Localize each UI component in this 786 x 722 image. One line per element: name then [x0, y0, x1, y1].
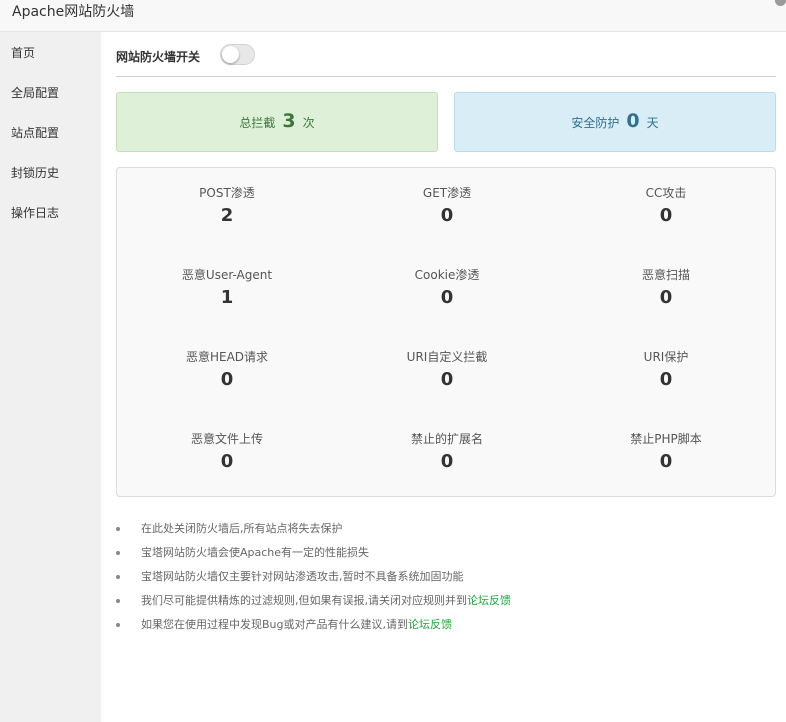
bullet-icon — [116, 527, 120, 531]
stat-label: 恶意文件上传 — [190, 432, 263, 446]
stat-value: 0 — [659, 369, 673, 390]
safe-protect-value: 0 — [626, 110, 640, 132]
toggle-knob — [222, 46, 239, 63]
bullet-icon — [116, 599, 120, 603]
sidebar-item-block-history[interactable]: 封锁历史 — [11, 165, 59, 181]
stat-value: 0 — [440, 205, 454, 226]
list-item: 如果您在使用过程中发现Bug或对产品有什么建议,请到论坛反馈 — [116, 617, 776, 641]
total-intercept-label: 总拦截 — [239, 115, 276, 130]
sidebar-item-home[interactable]: 首页 — [11, 45, 35, 61]
stat-label: URI保护 — [643, 350, 689, 364]
list-item: 在此处关闭防火墙后,所有站点将失去保护 — [116, 521, 776, 545]
stat-label: 恶意扫描 — [641, 268, 690, 282]
total-intercept-value: 3 — [282, 110, 296, 132]
stat-label: 恶意User-Agent — [181, 268, 273, 282]
stat-value: 2 — [220, 205, 234, 226]
stat-cc-attack: CC攻击 0 — [556, 185, 776, 227]
sidebar-item-site-config[interactable]: 站点配置 — [11, 125, 59, 141]
stat-uri-protect: URI保护 0 — [556, 349, 776, 391]
stat-value: 0 — [220, 451, 234, 472]
note-text: 在此处关闭防火墙后,所有站点将失去保护 — [141, 522, 343, 535]
stat-value: 1 — [220, 287, 234, 308]
total-intercept-unit: 次 — [302, 115, 315, 130]
stat-malicious-file-upload: 恶意文件上传 0 — [117, 431, 337, 473]
stat-label: Cookie渗透 — [414, 268, 480, 282]
list-item: 宝塔网站防火墙会使Apache有一定的性能损失 — [116, 545, 776, 569]
stat-value: 0 — [220, 369, 234, 390]
stat-value: 0 — [440, 369, 454, 390]
stat-label: POST渗透 — [199, 186, 255, 200]
stat-forbidden-extension: 禁止的扩展名 0 — [337, 431, 557, 473]
note-text: 如果您在使用过程中发现Bug或对产品有什么建议,请到 — [141, 618, 408, 631]
stat-get-penetration: GET渗透 0 — [337, 185, 557, 227]
window-titlebar: Apache网站防火墙 — [0, 0, 786, 32]
firewall-switch-row: 网站防火墙开关 — [116, 42, 776, 77]
bullet-icon — [116, 575, 120, 579]
stat-cookie-penetration: Cookie渗透 0 — [337, 267, 557, 309]
firewall-toggle[interactable] — [220, 44, 255, 65]
safe-protect-box: 安全防护 0 天 — [454, 92, 776, 152]
list-item: 我们尽可能提供精炼的过滤规则,但如果有误报,请关闭对应规则并到论坛反馈 — [116, 593, 776, 617]
list-item: 宝塔网站防火墙仅主要针对网站渗透攻击,暂时不具备系统加固功能 — [116, 569, 776, 593]
stat-value: 0 — [440, 451, 454, 472]
stat-label: URI自定义拦截 — [406, 350, 488, 364]
forum-feedback-link[interactable]: 论坛反馈 — [467, 594, 511, 607]
safe-protect-unit: 天 — [646, 115, 659, 130]
stat-label: 禁止的扩展名 — [410, 432, 483, 446]
forum-feedback-link[interactable]: 论坛反馈 — [408, 618, 452, 631]
sidebar: 首页 全局配置 站点配置 封锁历史 操作日志 — [0, 32, 101, 722]
bullet-icon — [116, 623, 120, 627]
notes-list: 在此处关闭防火墙后,所有站点将失去保护 宝塔网站防火墙会使Apache有一定的性… — [116, 521, 776, 641]
stat-uri-custom-intercept: URI自定义拦截 0 — [337, 349, 557, 391]
stat-value: 0 — [659, 451, 673, 472]
stat-malicious-head-request: 恶意HEAD请求 0 — [117, 349, 337, 391]
sidebar-item-global-config[interactable]: 全局配置 — [11, 85, 59, 101]
firewall-switch-label: 网站防火墙开关 — [116, 50, 201, 64]
note-text: 我们尽可能提供精炼的过滤规则,但如果有误报,请关闭对应规则并到 — [141, 594, 467, 607]
stat-label: GET渗透 — [422, 186, 472, 200]
stat-label: 恶意HEAD请求 — [185, 350, 269, 364]
close-icon[interactable] — [775, 0, 786, 6]
stat-forbidden-php-script: 禁止PHP脚本 0 — [556, 431, 776, 473]
bullet-icon — [116, 551, 120, 555]
stat-malicious-user-agent: 恶意User-Agent 1 — [117, 267, 337, 309]
note-text: 宝塔网站防火墙会使Apache有一定的性能损失 — [141, 546, 370, 559]
stat-post-penetration: POST渗透 2 — [117, 185, 337, 227]
attack-stats-grid: POST渗透 2 GET渗透 0 CC攻击 0 恶意User-Agent 1 C… — [116, 167, 776, 497]
main-content: 网站防火墙开关 总拦截 3 次 安全防护 0 天 POST渗透 2 GET渗透 … — [101, 32, 786, 722]
note-text: 宝塔网站防火墙仅主要针对网站渗透攻击,暂时不具备系统加固功能 — [141, 570, 464, 583]
stat-malicious-scan: 恶意扫描 0 — [556, 267, 776, 309]
sidebar-item-operation-log[interactable]: 操作日志 — [11, 205, 59, 221]
safe-protect-label: 安全防护 — [571, 115, 620, 130]
stat-value: 0 — [440, 287, 454, 308]
stat-value: 0 — [659, 287, 673, 308]
stat-label: CC攻击 — [645, 186, 687, 200]
stat-value: 0 — [659, 205, 673, 226]
stat-label: 禁止PHP脚本 — [630, 432, 702, 446]
total-intercept-box: 总拦截 3 次 — [116, 92, 438, 152]
window-title: Apache网站防火墙 — [12, 4, 135, 20]
